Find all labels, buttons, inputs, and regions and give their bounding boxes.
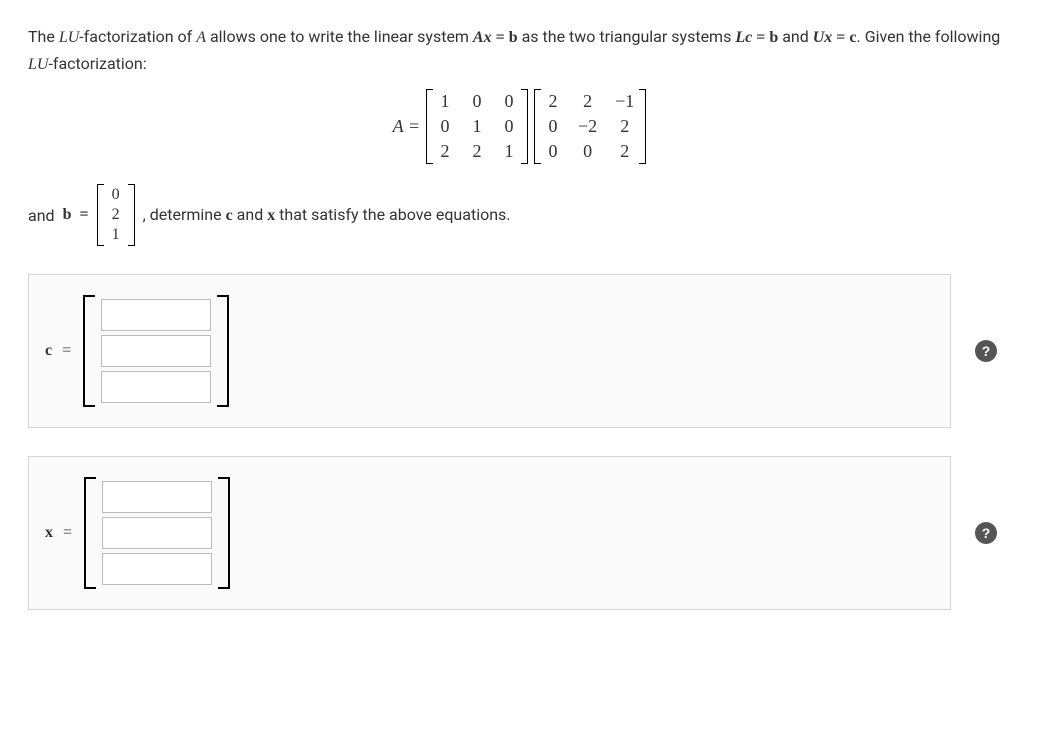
- matrix-cell: 1: [438, 91, 452, 112]
- matrix-cell: 2: [578, 91, 597, 112]
- matrix-cell: 0: [502, 116, 516, 137]
- x-entry-2[interactable]: [102, 517, 212, 549]
- input-vector-x: [84, 477, 230, 589]
- matrix-cell: 0: [438, 116, 452, 137]
- c-entry-3[interactable]: [101, 371, 211, 403]
- matrix-cell: 2: [615, 141, 634, 162]
- c-entry-2[interactable]: [101, 335, 211, 367]
- answer-box-c: c =: [28, 274, 951, 428]
- help-icon[interactable]: ?: [975, 522, 997, 544]
- vector-b: 0 2 1: [97, 184, 135, 246]
- matrix-cell: 2: [470, 141, 484, 162]
- matrix-cell: −1: [615, 91, 634, 112]
- x-entry-3[interactable]: [102, 553, 212, 585]
- matrix-cell: 2: [109, 206, 123, 224]
- matrix-cell: 2: [438, 141, 452, 162]
- matrix-cell: 2: [546, 91, 560, 112]
- matrix-cell: 1: [502, 141, 516, 162]
- input-vector-c: [83, 295, 229, 407]
- problem-text-1: The LU-factorization of A allows one to …: [28, 24, 1011, 77]
- matrix-cell: 0: [578, 141, 597, 162]
- matrix-cell: 0: [546, 116, 560, 137]
- matrix-cell: 2: [615, 116, 634, 137]
- x-entry-1[interactable]: [102, 481, 212, 513]
- answer-box-x: x =: [28, 456, 951, 610]
- matrix-cell: 0: [109, 186, 123, 204]
- c-entry-1[interactable]: [101, 299, 211, 331]
- matrix-L: 100010221: [426, 89, 528, 164]
- b-vector-row: and b = 021 , determine c and x that sat…: [28, 184, 1011, 246]
- matrix-U: 22−10−22002: [534, 89, 646, 164]
- matrix-cell: 0: [546, 141, 560, 162]
- help-icon[interactable]: ?: [975, 340, 997, 362]
- matrix-cell: 1: [109, 226, 123, 244]
- matrix-cell: 1: [470, 116, 484, 137]
- matrix-cell: 0: [470, 91, 484, 112]
- matrix-cell: −2: [578, 116, 597, 137]
- factorization-equation: A = 100010221 22−10−22002: [28, 89, 1011, 164]
- matrix-cell: 0: [502, 91, 516, 112]
